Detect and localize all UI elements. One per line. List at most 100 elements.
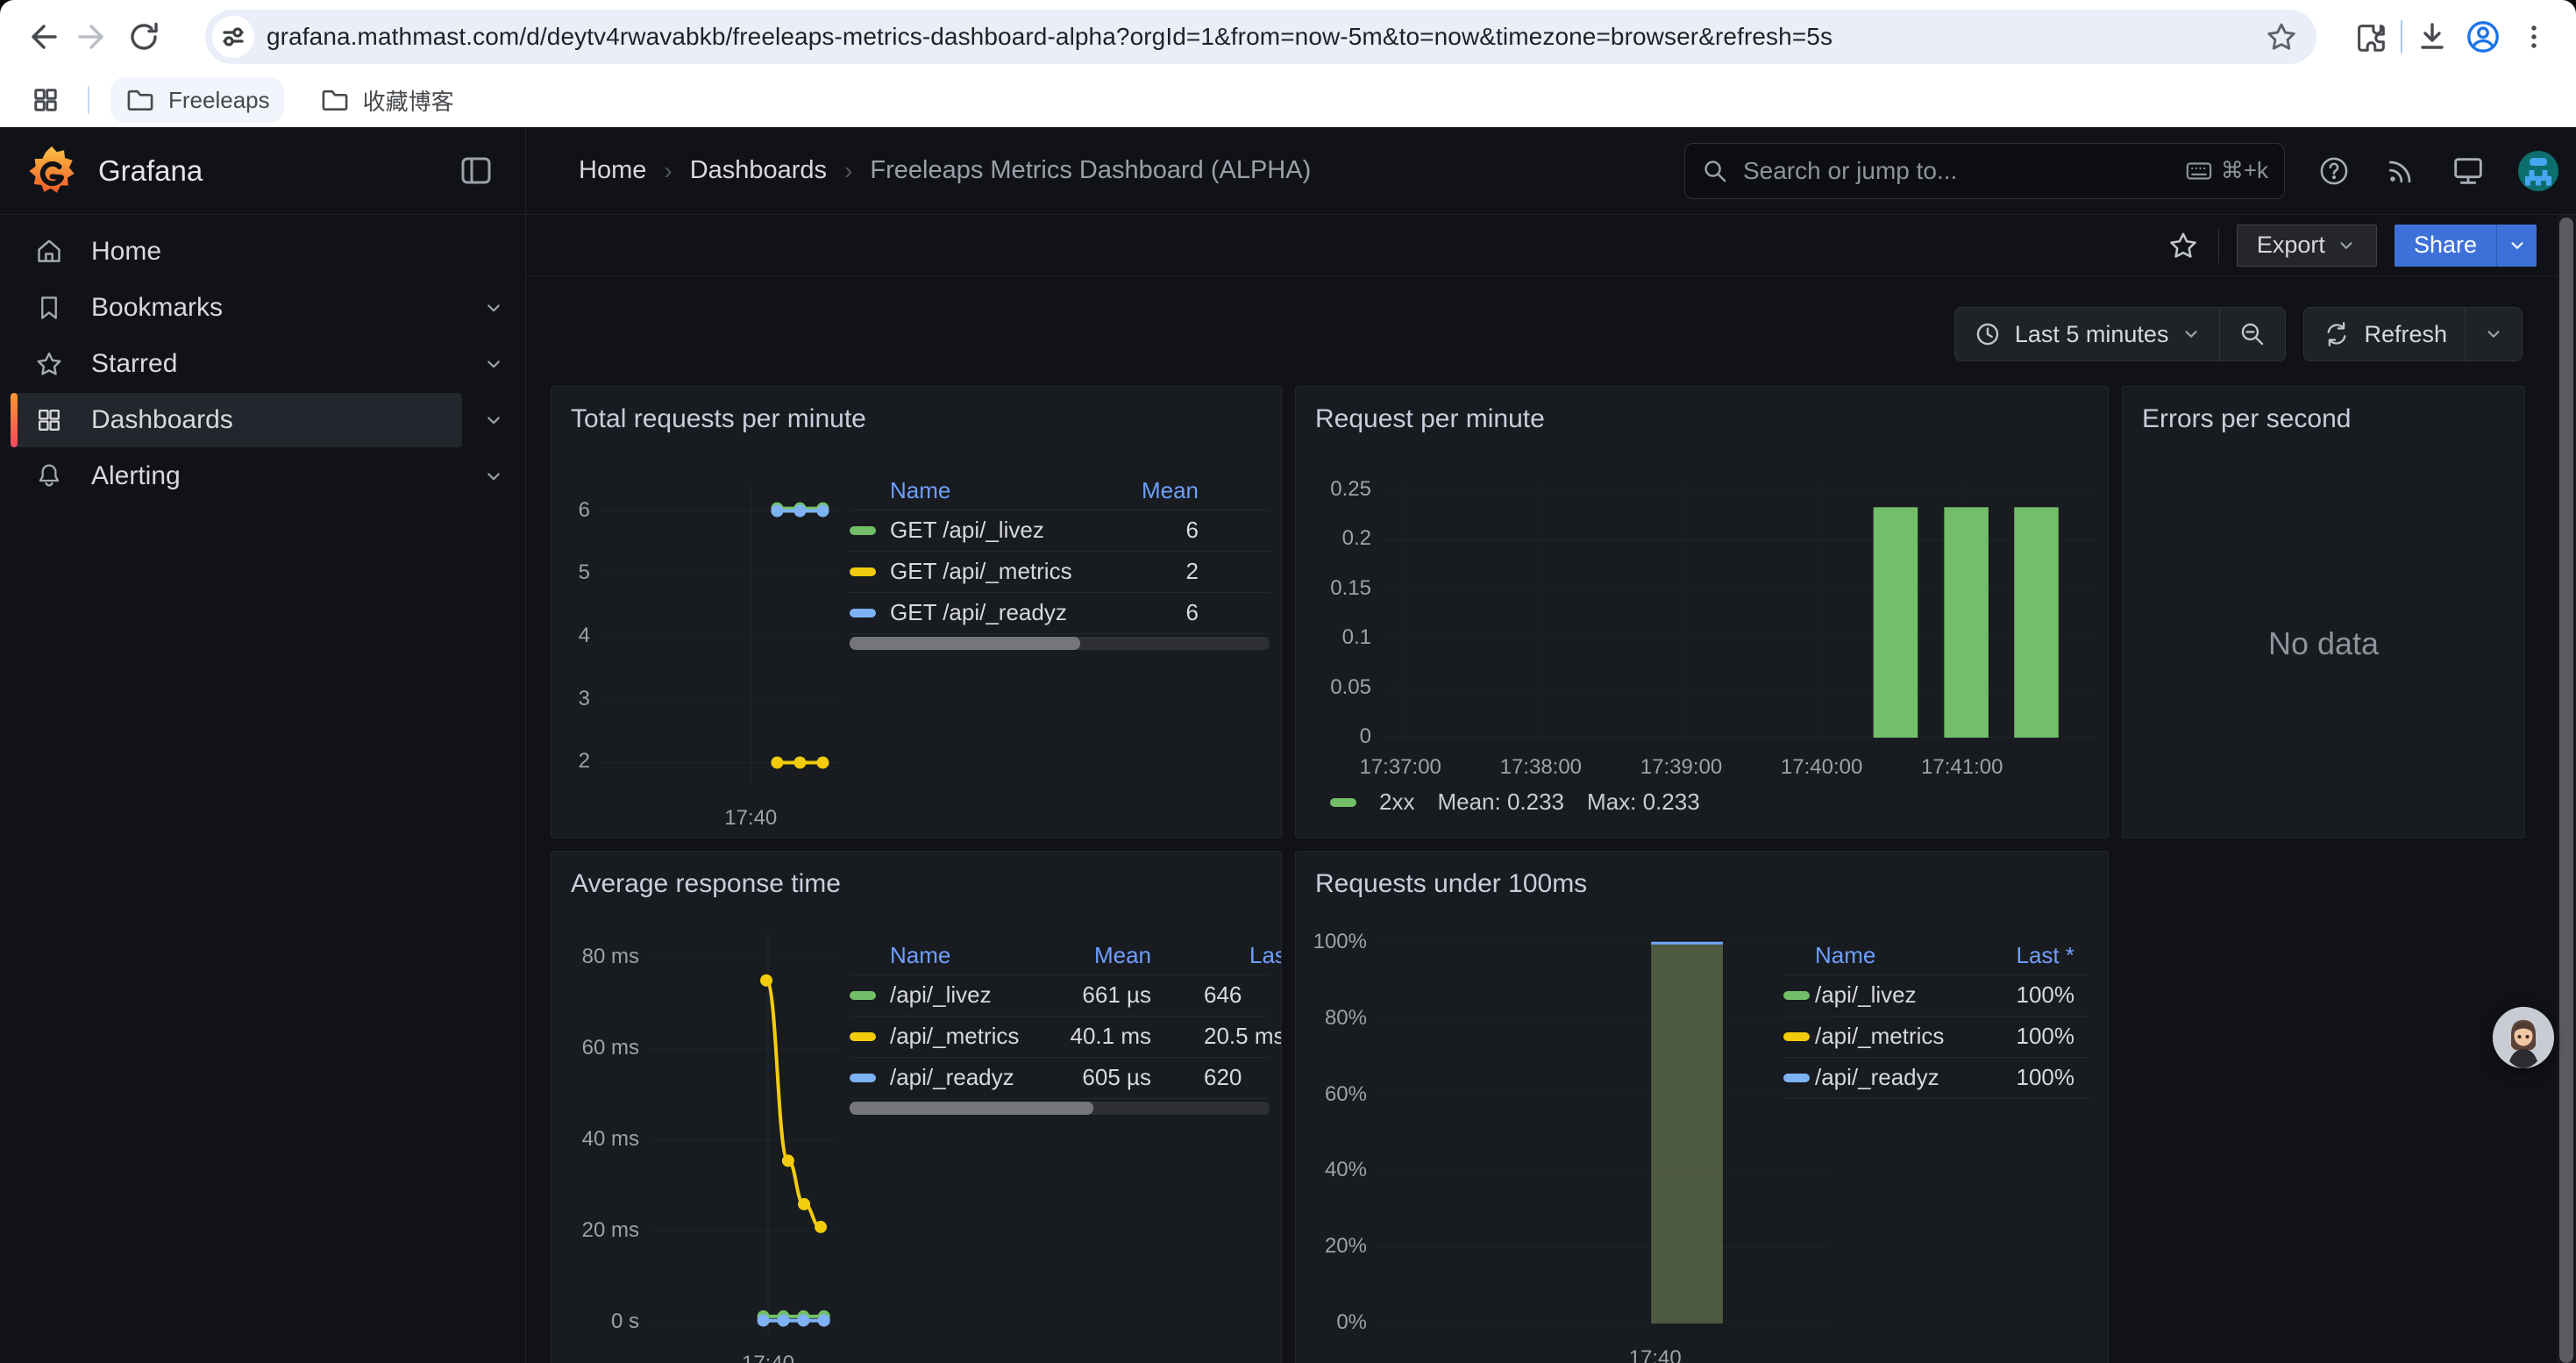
y-axis-tick-label: 20% — [1295, 1234, 1367, 1259]
legend-scrollbar[interactable] — [850, 1102, 1270, 1115]
refresh-interval-chevron[interactable] — [2465, 308, 2522, 360]
y-axis-tick-label: 6 — [551, 498, 590, 523]
legend-scrollbar-thumb[interactable] — [850, 637, 1080, 650]
sidebar-item-starred[interactable]: Starred — [0, 336, 525, 392]
breadcrumb-home[interactable]: Home — [579, 156, 646, 185]
y-axis-tick-label: 0% — [1295, 1310, 1367, 1335]
share-menu-chevron[interactable] — [2496, 225, 2537, 267]
browser-menu-icon[interactable] — [2513, 16, 2555, 58]
chart-plot — [1377, 939, 1829, 1325]
bookmark-folder-freeleaps[interactable]: Freeleaps — [110, 77, 284, 123]
dock-menu-icon[interactable] — [457, 152, 495, 190]
chevron-down-icon[interactable] — [462, 408, 525, 432]
home-icon — [33, 236, 65, 268]
x-axis-tick-label: 17:40 — [1585, 1346, 1726, 1363]
y-axis-tick-label: 5 — [551, 560, 590, 585]
refresh-button[interactable]: Refresh — [2304, 308, 2465, 360]
y-axis-tick-label: 3 — [551, 687, 590, 711]
legend-header-mean[interactable]: Mean — [850, 936, 1151, 974]
y-axis-tick-label: 0.25 — [1295, 477, 1371, 502]
assistant-avatar[interactable] — [2493, 1007, 2554, 1068]
export-button[interactable]: Export — [2237, 225, 2377, 267]
breadcrumb-dashboards[interactable]: Dashboards — [690, 156, 827, 185]
search-input[interactable] — [1741, 156, 2184, 186]
y-axis-tick-label: 80 ms — [551, 945, 639, 969]
zoom-out-icon — [2238, 319, 2267, 349]
legend-mean-value: 605 µs — [850, 1057, 1151, 1098]
sidebar-item-label: Bookmarks — [91, 293, 223, 323]
legend-series-name[interactable]: 2xx — [1379, 789, 1414, 816]
y-axis-tick-label: 20 ms — [551, 1218, 639, 1243]
favorite-star-icon[interactable] — [2166, 228, 2201, 263]
toolbar-divider — [2401, 20, 2402, 54]
panel-total-requests-per-minute: Total requests per minute 6543217:40Name… — [551, 386, 1282, 838]
chart-plot — [650, 939, 839, 1330]
nav-brand-section: Grafana — [0, 127, 526, 214]
grafana-logo[interactable] — [25, 144, 79, 198]
legend-header-mean[interactable]: Mean — [850, 471, 1199, 510]
x-axis-tick-label: 17:39:00 — [1611, 755, 1751, 780]
legend-table: NameMeanGET /api/_livez6GET /api/_metric… — [850, 471, 1282, 822]
folder-icon — [125, 84, 156, 116]
y-axis-tick-label: 60 ms — [551, 1036, 639, 1060]
grafana-top-nav: Grafana Home › Dashboards › Freeleaps Me… — [0, 127, 2576, 215]
legend: 2xxMean: 0.233Max: 0.233 — [1330, 789, 1700, 816]
chevron-down-icon[interactable] — [462, 296, 525, 320]
bookmark-icon — [33, 293, 65, 323]
legend-header-last[interactable]: Last * — [1783, 936, 2074, 974]
bookmark-folder-blogs[interactable]: 收藏博客 — [305, 77, 468, 124]
back-icon[interactable] — [21, 16, 63, 58]
forward-icon[interactable] — [72, 16, 114, 58]
time-controls: Last 5 minutes Refresh — [526, 307, 2523, 361]
bookmark-label: Freeleaps — [168, 87, 270, 114]
legend-header-last[interactable]: Last * — [1249, 936, 1282, 974]
y-axis-tick-label: 0.1 — [1295, 625, 1371, 650]
user-avatar[interactable] — [2518, 151, 2558, 191]
time-range-picker[interactable]: Last 5 minutes — [1955, 308, 2220, 360]
series-color-pill — [1330, 798, 1356, 807]
x-axis-tick-label: 17:38:00 — [1470, 755, 1611, 780]
sidebar-item-dashboards[interactable]: Dashboards — [0, 392, 525, 448]
url-bar[interactable]: grafana.mathmast.com/d/deytv4rwavabkb/fr… — [205, 10, 2316, 64]
news-rss-icon[interactable] — [2383, 153, 2418, 189]
sidebar-item-alerting[interactable]: Alerting — [0, 448, 525, 504]
panel-request-per-minute: Request per minute 0.250.20.150.10.05017… — [1295, 386, 2109, 838]
legend-mean-value: 6 — [850, 592, 1199, 633]
profile-icon[interactable] — [2462, 16, 2504, 58]
sidebar-item-bookmarks[interactable]: Bookmarks — [0, 280, 525, 336]
help-icon[interactable] — [2316, 153, 2352, 189]
extensions-icon[interactable] — [2350, 16, 2392, 58]
search-box[interactable]: ⌘+k — [1684, 143, 2285, 199]
legend-scrollbar-thumb[interactable] — [850, 1102, 1093, 1115]
share-button[interactable]: Share — [2395, 225, 2496, 267]
legend-row-separator — [1783, 1098, 2089, 1099]
breadcrumb: Home › Dashboards › Freeleaps Metrics Da… — [526, 127, 1684, 214]
legend-last-value: 620 — [1204, 1057, 1242, 1098]
bookmark-label: 收藏博客 — [363, 84, 454, 117]
dashboards-icon — [33, 405, 65, 435]
kiosk-monitor-icon[interactable] — [2450, 153, 2487, 189]
sidebar-item-home[interactable]: Home — [0, 224, 525, 280]
site-settings-icon[interactable] — [212, 16, 254, 58]
chevron-down-icon[interactable] — [462, 352, 525, 376]
breadcrumb-current: Freeleaps Metrics Dashboard (ALPHA) — [870, 156, 1311, 185]
y-axis-tick-label: 0.05 — [1295, 675, 1371, 700]
bookmarks-bar: Freeleaps 收藏博客 — [0, 74, 2576, 127]
browser-window: grafana.mathmast.com/d/deytv4rwavabkb/fr… — [0, 0, 2576, 1363]
time-range-group: Last 5 minutes — [1954, 307, 2287, 361]
downloads-icon[interactable] — [2411, 16, 2453, 58]
url-text: grafana.mathmast.com/d/deytv4rwavabkb/fr… — [267, 23, 2260, 51]
legend-scrollbar[interactable] — [850, 637, 1270, 650]
zoom-out-button[interactable] — [2219, 308, 2285, 360]
breadcrumb-separator: › — [664, 157, 672, 185]
y-axis-tick-label: 80% — [1295, 1006, 1367, 1031]
page-scrollbar[interactable] — [2557, 215, 2576, 1363]
reload-icon[interactable] — [123, 16, 165, 58]
x-axis-tick-label: 17:37:00 — [1330, 755, 1470, 780]
bookmark-star-icon[interactable] — [2260, 16, 2302, 58]
chevron-down-icon[interactable] — [462, 464, 525, 489]
bookmarks-divider — [88, 86, 89, 114]
apps-grid-icon[interactable] — [25, 79, 67, 121]
legend-row-separator — [850, 1098, 1270, 1099]
breadcrumb-separator: › — [844, 157, 852, 185]
